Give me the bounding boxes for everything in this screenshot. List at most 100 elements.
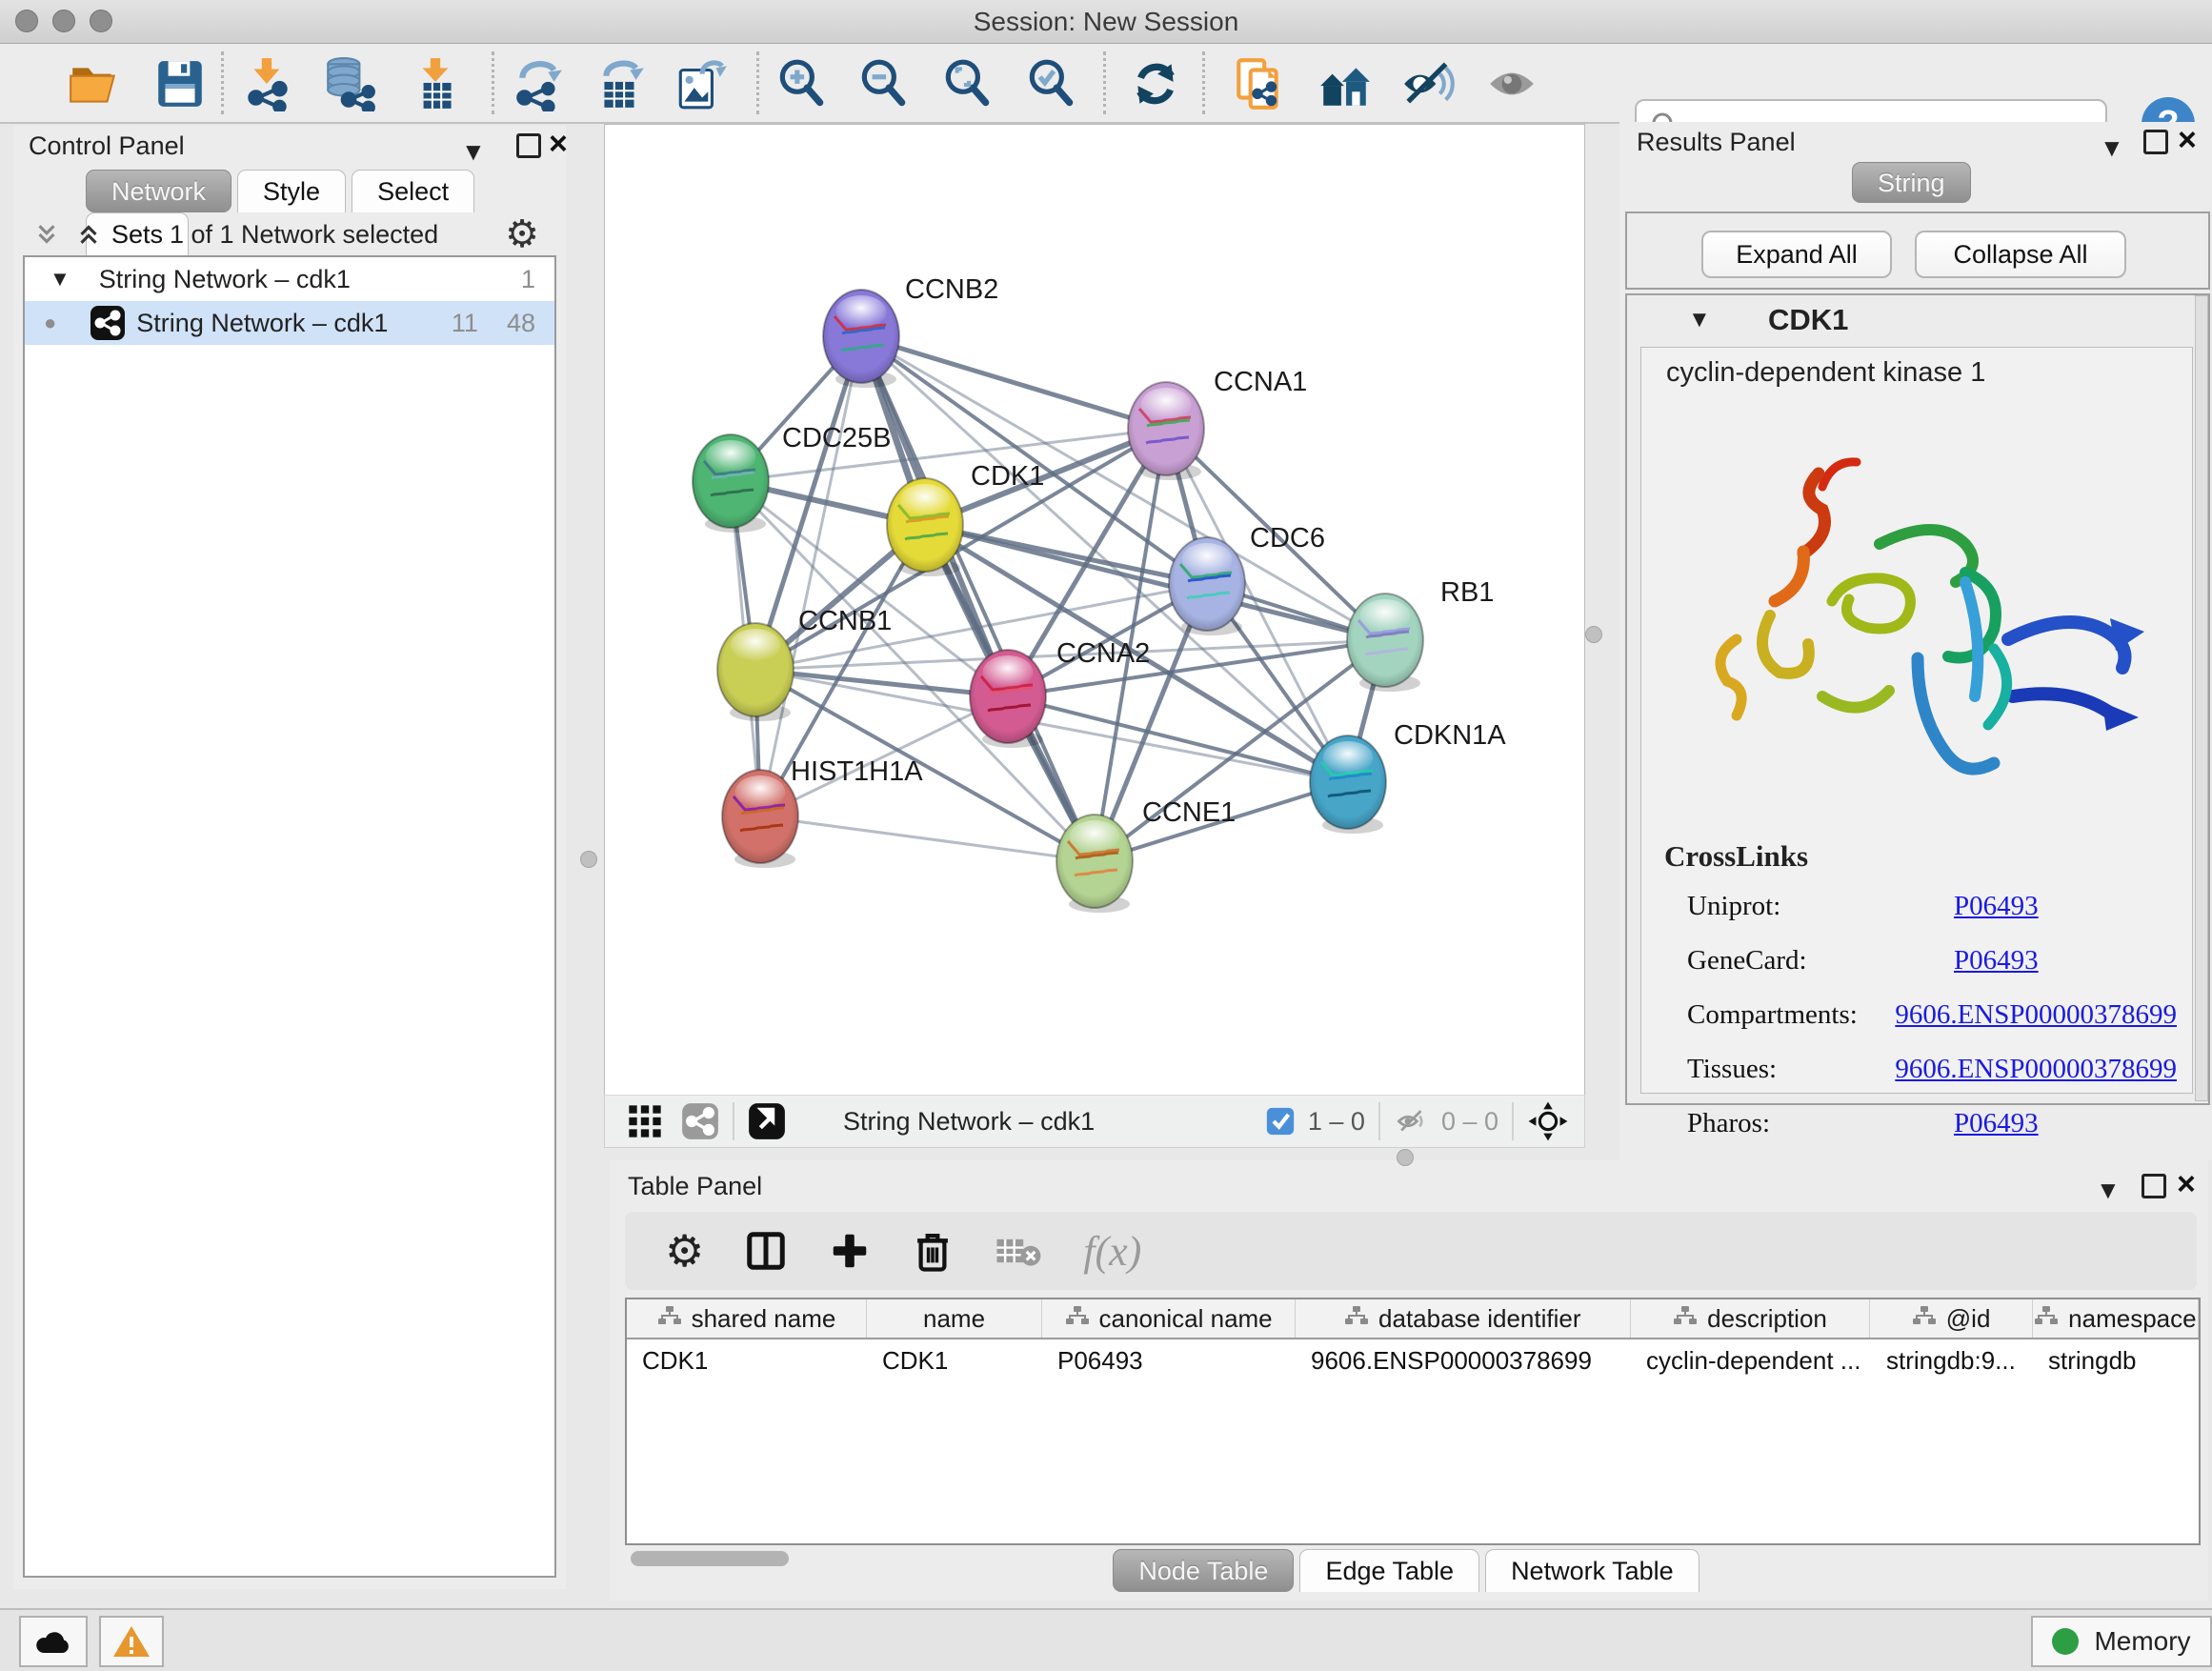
collection-count: 1 bbox=[521, 265, 535, 294]
panel-close-icon[interactable]: × bbox=[549, 133, 568, 154]
collapse-all-icon[interactable] bbox=[32, 220, 61, 249]
results-scrollbar[interactable] bbox=[2195, 295, 2208, 1101]
save-session-icon[interactable] bbox=[152, 56, 208, 111]
network-view-toolbar: String Network – cdk1 1 – 0 0 – 0 bbox=[604, 1095, 1585, 1148]
table-settings-gear-icon[interactable]: ⚙ bbox=[665, 1229, 704, 1273]
tab-string[interactable]: String bbox=[1852, 162, 1971, 203]
column-header-database-identifier[interactable]: database identifier bbox=[1296, 1299, 1631, 1338]
crosslink-link[interactable]: 9606.ENSP00000378699 bbox=[1895, 1054, 2177, 1085]
tab-network-table[interactable]: Network Table bbox=[1485, 1549, 1699, 1592]
tab-node-table[interactable]: Node Table bbox=[1113, 1549, 1294, 1592]
panel-float-icon[interactable] bbox=[2142, 1174, 2166, 1198]
create-column-icon[interactable] bbox=[828, 1229, 872, 1273]
gene-collapse-icon[interactable]: ▼ bbox=[1688, 307, 1711, 333]
export-table-icon[interactable] bbox=[593, 56, 648, 111]
right-splitter-handle[interactable] bbox=[1585, 626, 1602, 643]
panel-float-icon[interactable] bbox=[516, 133, 541, 158]
node-label-CCNB1: CCNB1 bbox=[798, 606, 892, 636]
node-CDC25B[interactable]: CDC25B bbox=[693, 423, 891, 533]
node-RB1[interactable]: RB1 bbox=[1347, 577, 1494, 692]
tab-select[interactable]: Select bbox=[352, 170, 474, 212]
hidden-badge: 0 – 0 bbox=[1441, 1107, 1498, 1137]
table-header-row: shared namenamecanonical namedatabase id… bbox=[627, 1299, 2199, 1339]
panel-close-icon[interactable]: × bbox=[2177, 1174, 2196, 1195]
node-label-CCNA2: CCNA2 bbox=[1056, 638, 1150, 669]
crosslink-link[interactable]: P06493 bbox=[1954, 1108, 2039, 1139]
delete-column-trash-icon[interactable] bbox=[912, 1229, 954, 1273]
network-options-gear-icon[interactable]: ⚙ bbox=[505, 215, 539, 253]
zoom-fit-icon[interactable] bbox=[939, 56, 995, 111]
column-header-description[interactable]: description bbox=[1631, 1299, 1871, 1338]
birdseye-view-icon[interactable] bbox=[748, 1102, 786, 1140]
cell-database-identifier[interactable]: 9606.ENSP00000378699 bbox=[1296, 1339, 1631, 1381]
left-splitter-handle[interactable] bbox=[580, 851, 597, 868]
import-network-icon[interactable] bbox=[240, 56, 295, 111]
function-builder-icon[interactable]: f(x) bbox=[1083, 1227, 1141, 1276]
cell-description[interactable]: cyclin-dependent ... bbox=[1631, 1339, 1871, 1381]
cell-namespace[interactable]: stringdb bbox=[2033, 1339, 2199, 1381]
grid-view-icon[interactable] bbox=[626, 1102, 664, 1140]
cell-name[interactable]: CDK1 bbox=[867, 1339, 1042, 1381]
tab-edge-table[interactable]: Edge Table bbox=[1299, 1549, 1479, 1592]
crosslink-link[interactable]: P06493 bbox=[1954, 945, 2039, 976]
panel-close-icon[interactable]: × bbox=[2178, 130, 2197, 151]
export-network-icon[interactable] bbox=[511, 56, 566, 111]
duplicate-network-icon[interactable] bbox=[1231, 56, 1286, 111]
cloud-button[interactable] bbox=[19, 1616, 88, 1667]
node-CCNA1[interactable]: CCNA1 bbox=[1128, 367, 1307, 480]
zoom-out-icon[interactable] bbox=[855, 56, 911, 111]
network-row[interactable]: ● String Network – cdk1 11 48 bbox=[25, 301, 554, 345]
toolbar-separator bbox=[756, 51, 759, 114]
panel-menu-icon[interactable]: ▼ bbox=[2100, 133, 2124, 163]
column-header-@id[interactable]: @id bbox=[1870, 1299, 2032, 1338]
crosslink-label: Compartments: bbox=[1687, 999, 1895, 1031]
tree-expand-icon[interactable]: ▼ bbox=[50, 267, 70, 292]
center-crosshair-icon[interactable] bbox=[1527, 1100, 1569, 1142]
tab-network[interactable]: Network bbox=[86, 170, 231, 212]
column-header-shared-name[interactable]: shared name bbox=[627, 1299, 867, 1338]
hide-selected-icon[interactable] bbox=[1400, 56, 1456, 111]
panel-float-icon[interactable] bbox=[2143, 130, 2168, 154]
cell-@id[interactable]: stringdb:9... bbox=[1871, 1339, 2033, 1381]
collapse-all-button[interactable]: Collapse All bbox=[1915, 231, 2126, 278]
column-header-name[interactable]: name bbox=[867, 1299, 1042, 1338]
share-view-icon[interactable] bbox=[681, 1102, 719, 1140]
crosslink-link[interactable]: P06493 bbox=[1954, 891, 2039, 922]
show-columns-icon[interactable] bbox=[744, 1229, 788, 1273]
open-session-icon[interactable] bbox=[67, 56, 122, 111]
cell-canonical-name[interactable]: P06493 bbox=[1042, 1339, 1296, 1381]
network-collection-row[interactable]: ▼ String Network – cdk1 1 bbox=[25, 257, 554, 301]
crosslink-link[interactable]: 9606.ENSP00000378699 bbox=[1895, 999, 2177, 1031]
network-nodes[interactable]: CCNB2CCNA1CDC25BCDK1CDC6RB1CCNB1CCNA2CDK… bbox=[693, 274, 1506, 913]
refresh-view-icon[interactable] bbox=[1128, 56, 1183, 111]
bottom-splitter-handle[interactable] bbox=[1397, 1149, 1414, 1166]
crosslink-label: Uniprot: bbox=[1687, 891, 1954, 922]
crosslink-label: GeneCard: bbox=[1687, 945, 1954, 976]
zoom-selected-icon[interactable] bbox=[1023, 56, 1078, 111]
warning-button[interactable] bbox=[99, 1616, 164, 1667]
panel-menu-icon[interactable]: ▼ bbox=[461, 137, 486, 167]
zoom-in-icon[interactable] bbox=[774, 56, 829, 111]
import-database-icon[interactable] bbox=[322, 56, 377, 111]
expand-all-icon[interactable] bbox=[74, 220, 103, 249]
hidden-eye-icon[interactable] bbox=[1394, 1103, 1430, 1139]
first-neighbors-icon[interactable] bbox=[1317, 56, 1372, 111]
tab-style[interactable]: Style bbox=[237, 170, 346, 212]
panel-menu-icon[interactable]: ▼ bbox=[2096, 1176, 2121, 1205]
node-CCNE1[interactable]: CCNE1 bbox=[1056, 797, 1236, 913]
import-table-icon[interactable] bbox=[408, 56, 463, 111]
export-image-icon[interactable] bbox=[673, 56, 728, 111]
expand-all-button[interactable]: Expand All bbox=[1701, 231, 1892, 278]
memory-button[interactable]: Memory bbox=[2031, 1616, 2212, 1667]
network-canvas[interactable]: CCNB2CCNA1CDC25BCDK1CDC6RB1CCNB1CCNA2CDK… bbox=[604, 124, 1585, 1096]
show-all-icon[interactable] bbox=[1484, 56, 1539, 111]
cell-shared-name[interactable]: CDK1 bbox=[627, 1339, 867, 1381]
table-row[interactable]: CDK1CDK1P064939606.ENSP00000378699cyclin… bbox=[627, 1339, 2199, 1381]
delete-table-icon[interactable] bbox=[994, 1232, 1043, 1270]
node-CDKN1A[interactable]: CDKN1A bbox=[1310, 720, 1506, 834]
network-view-title: String Network – cdk1 bbox=[843, 1107, 1095, 1137]
node-HIST1H1A[interactable]: HIST1H1A bbox=[722, 756, 923, 868]
selected-checkbox-icon[interactable] bbox=[1264, 1105, 1297, 1137]
column-header-canonical-name[interactable]: canonical name bbox=[1042, 1299, 1296, 1338]
column-header-namespace[interactable]: namespace bbox=[2033, 1299, 2199, 1338]
